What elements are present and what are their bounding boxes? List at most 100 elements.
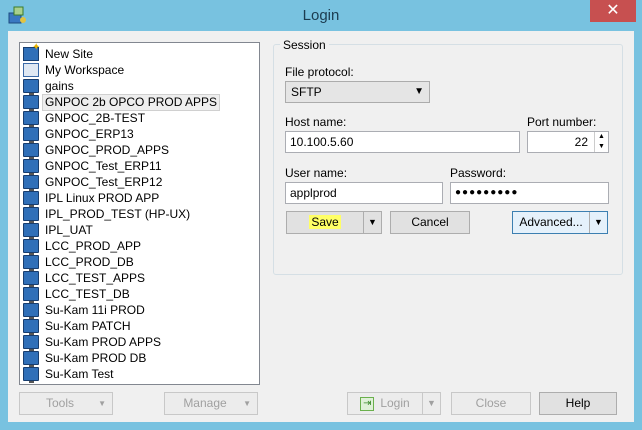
monitor-icon <box>23 175 39 191</box>
site-tree-item-label: GNPOC_Test_ERP11 <box>45 158 162 173</box>
monitor-icon <box>23 255 39 271</box>
monitor-icon <box>23 287 39 303</box>
site-tree-item-label: Su-Kam PROD APPS <box>45 334 162 349</box>
site-tree-item[interactable]: New Site <box>23 43 95 62</box>
site-tree-item-label: Su-Kam PROD DB <box>45 350 147 365</box>
site-tree-item-label: IPL_PROD_TEST (HP-UX) <box>45 206 191 221</box>
chevron-down-icon: ▼ <box>98 399 106 408</box>
login-button[interactable]: ⇥ Login ▼ <box>347 392 441 415</box>
site-tree-item[interactable]: Su-Kam PROD APPS <box>23 334 163 351</box>
monitor-icon <box>23 223 39 239</box>
tools-button[interactable]: Tools ▼ <box>19 392 113 415</box>
login-window: Login ✕ New SiteMy WorkspacegainsGNPOC 2… <box>0 0 642 430</box>
spin-down-icon[interactable]: ▼ <box>595 142 608 152</box>
monitor-icon <box>23 79 39 95</box>
advanced-button[interactable]: Advanced... ▼ <box>512 211 608 234</box>
site-tree[interactable]: New SiteMy WorkspacegainsGNPOC 2b OPCO P… <box>19 42 260 385</box>
tools-button-label: Tools <box>45 396 74 410</box>
site-tree-item-label: Su-Kam PATCH <box>45 318 131 333</box>
cancel-button[interactable]: Cancel <box>390 211 470 234</box>
file-protocol-select[interactable]: SFTP ▼ <box>285 81 430 103</box>
site-tree-item-label: IPL_UAT <box>45 222 93 237</box>
site-tree-item[interactable]: GNPOC_PROD_APPS <box>23 142 171 159</box>
port-number-value: 22 <box>574 135 588 149</box>
manage-button[interactable]: Manage ▼ <box>164 392 258 415</box>
site-tree-item-label: LCC_TEST_DB <box>45 286 130 301</box>
site-tree-item[interactable]: Su-Kam PATCH <box>23 318 133 335</box>
manage-button-label: Manage <box>183 396 227 410</box>
site-tree-item-label: GNPOC_ERP13 <box>45 126 134 141</box>
monitor-icon <box>23 127 39 143</box>
monitor-icon <box>23 159 39 175</box>
site-tree-item-label: New Site <box>45 46 94 61</box>
site-tree-item-label: GNPOC_PROD_APPS <box>45 142 170 157</box>
dialog-client: New SiteMy WorkspacegainsGNPOC 2b OPCO P… <box>8 31 634 422</box>
monitor-icon <box>23 271 39 287</box>
port-number-input[interactable]: 22 ▲ ▼ <box>527 131 609 153</box>
password-input[interactable]: ●●●●●●●●● <box>450 182 609 204</box>
site-tree-item[interactable]: IPL_UAT <box>23 222 95 239</box>
save-button-label: Save <box>309 215 341 229</box>
site-tree-item[interactable]: LCC_PROD_DB <box>23 254 136 271</box>
site-tree-item-label: LCC_PROD_APP <box>45 238 142 253</box>
site-tree-item[interactable]: Su-Kam 11i PROD <box>23 302 147 319</box>
monitor-icon <box>23 111 39 127</box>
site-tree-item[interactable]: GNPOC 2b OPCO PROD APPS <box>23 93 221 111</box>
user-name-label: User name: <box>285 166 348 180</box>
site-tree-item-label: gains <box>45 78 74 93</box>
site-tree-item[interactable]: GNPOC_Test_ERP12 <box>23 174 164 191</box>
site-tree-item[interactable]: GNPOC_ERP13 <box>23 126 136 143</box>
file-protocol-label: File protocol: <box>285 65 354 79</box>
site-tree-item-label: LCC_PROD_DB <box>45 254 134 269</box>
monitor-icon <box>23 95 39 111</box>
new-site-icon <box>23 43 40 61</box>
host-name-label: Host name: <box>285 115 347 129</box>
close-window-button[interactable]: ✕ <box>590 0 636 22</box>
site-tree-item-label: GNPOC_Test_ERP12 <box>45 174 163 189</box>
site-tree-item[interactable]: LCC_TEST_APPS <box>23 270 147 287</box>
help-button[interactable]: Help <box>539 392 617 415</box>
site-tree-item[interactable]: GNPOC_2B-TEST <box>23 110 147 127</box>
monitor-icon <box>23 319 39 335</box>
login-button-label: Login <box>380 396 410 410</box>
advanced-button-label: Advanced... <box>519 215 583 229</box>
site-tree-item[interactable]: Su-Kam Test <box>23 366 115 383</box>
advanced-dropdown-arrow-icon[interactable]: ▼ <box>589 212 607 233</box>
workspace-icon <box>23 63 39 77</box>
site-tree-item[interactable]: GNPOC_Test_ERP11 <box>23 158 164 175</box>
save-button[interactable]: Save ▼ <box>286 211 382 234</box>
site-tree-item[interactable]: gains <box>23 78 76 95</box>
chevron-down-icon: ▼ <box>414 86 424 97</box>
monitor-icon <box>23 367 39 383</box>
monitor-icon <box>23 351 39 367</box>
site-tree-item[interactable]: LCC_PROD_APP <box>23 238 143 255</box>
site-tree-item[interactable]: LCC_TEST_DB <box>23 286 132 303</box>
password-label: Password: <box>450 166 507 180</box>
site-tree-item[interactable]: My Workspace <box>23 62 126 78</box>
site-tree-item-label: Su-Kam Test <box>45 366 114 381</box>
save-dropdown-arrow-icon[interactable]: ▼ <box>363 212 381 233</box>
spin-up-icon[interactable]: ▲ <box>595 132 608 142</box>
site-tree-item[interactable]: Su-Kam PROD DB <box>23 350 148 367</box>
title-bar[interactable]: Login ✕ <box>0 0 642 32</box>
user-name-input[interactable]: applprod <box>285 182 443 204</box>
site-tree-item-label: IPL Linux PROD APP <box>45 190 160 205</box>
host-name-input[interactable]: 10.100.5.60 <box>285 131 520 153</box>
file-protocol-value: SFTP <box>291 85 322 99</box>
monitor-icon <box>23 191 39 207</box>
monitor-icon <box>23 143 39 159</box>
window-title: Login <box>302 7 340 24</box>
site-tree-item[interactable]: IPL_PROD_TEST (HP-UX) <box>23 206 192 223</box>
port-spinner[interactable]: ▲ ▼ <box>594 132 608 152</box>
site-tree-item-label: GNPOC 2b OPCO PROD APPS <box>41 93 221 111</box>
monitor-icon <box>23 207 39 223</box>
close-button[interactable]: Close <box>451 392 531 415</box>
login-dropdown-arrow-icon[interactable]: ▼ <box>422 393 440 414</box>
site-tree-item-label: Su-Kam 11i PROD <box>45 302 145 317</box>
session-legend: Session <box>280 38 329 52</box>
chevron-down-icon: ▼ <box>243 399 251 408</box>
site-tree-item[interactable]: IPL Linux PROD APP <box>23 190 161 207</box>
port-number-label: Port number: <box>527 115 597 129</box>
site-tree-item-label: My Workspace <box>45 62 125 77</box>
site-tree-item-label: GNPOC_2B-TEST <box>45 110 146 125</box>
